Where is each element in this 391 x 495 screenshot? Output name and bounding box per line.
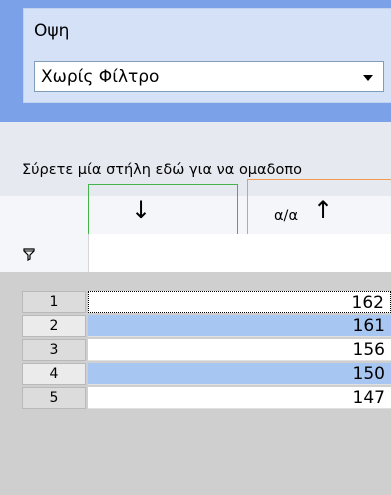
view-label: Οψη <box>34 21 70 41</box>
filter-input[interactable] <box>88 234 391 272</box>
arrow-down-icon: ↓ <box>131 196 152 224</box>
filter-row <box>0 234 391 272</box>
view-dropdown[interactable]: Χωρίς Φίλτρο <box>34 61 384 92</box>
separator <box>0 272 391 290</box>
table-row[interactable]: 2 161 <box>0 314 391 338</box>
group-by-hint: Σύρετε μία στήλη εδώ για να ομαδοπο <box>22 162 302 178</box>
row-number[interactable]: 1 <box>22 291 86 313</box>
view-group: Οψη Χωρίς Φίλτρο <box>23 8 391 103</box>
view-dropdown-value: Χωρίς Φίλτρο <box>41 67 160 87</box>
row-value[interactable]: 150 <box>88 363 391 385</box>
row-number[interactable]: 2 <box>22 315 86 337</box>
filter-icon[interactable] <box>23 246 35 265</box>
sort-descending-button[interactable]: ↓ <box>88 184 238 237</box>
grid-rows: 1 162 2 161 3 156 4 150 5 147 <box>0 290 391 410</box>
row-value[interactable]: 156 <box>88 339 391 361</box>
row-value[interactable]: 161 <box>88 315 391 337</box>
table-row[interactable]: 5 147 <box>0 386 391 410</box>
table-row[interactable]: 1 162 <box>0 290 391 314</box>
data-grid: Σύρετε μία στήλη εδώ για να ομαδοπο α/α … <box>0 122 391 495</box>
view-panel: Οψη Χωρίς Φίλτρο <box>0 0 391 122</box>
row-value[interactable]: 147 <box>88 387 391 409</box>
arrow-up-icon: ↑ <box>313 196 334 224</box>
chevron-down-icon[interactable] <box>363 75 373 81</box>
table-row[interactable]: 4 150 <box>0 362 391 386</box>
row-number[interactable]: 4 <box>22 363 86 385</box>
row-value[interactable]: 162 <box>88 291 391 313</box>
row-number[interactable]: 3 <box>22 339 86 361</box>
table-row[interactable]: 3 156 <box>0 338 391 362</box>
row-number[interactable]: 5 <box>22 387 86 409</box>
